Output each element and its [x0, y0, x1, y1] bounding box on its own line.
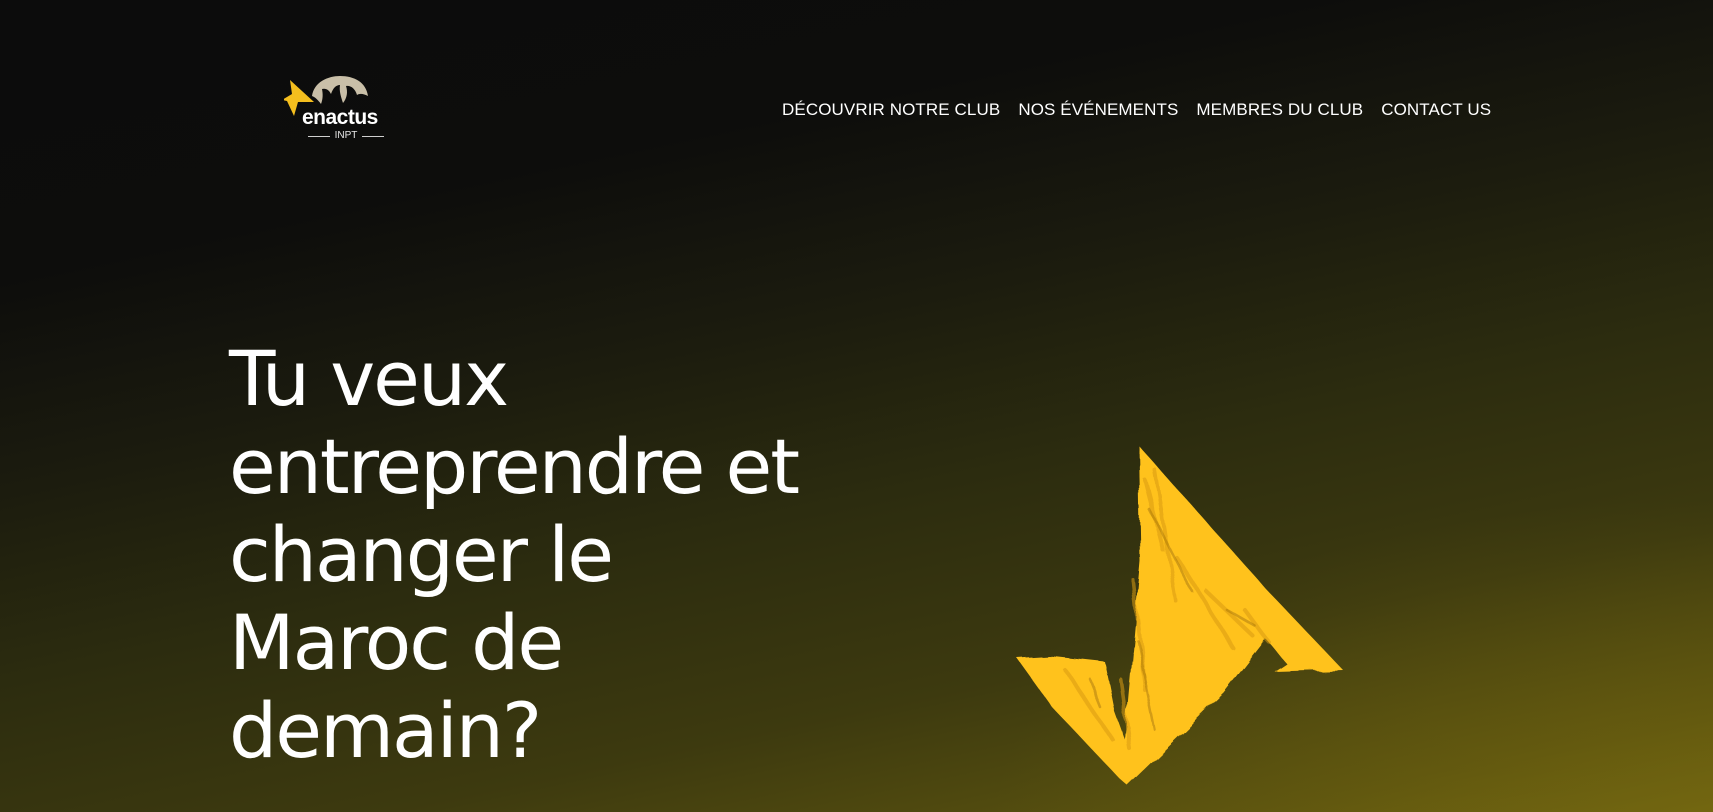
nav-link-nos-evenements[interactable]: NOS ÉVÉNEMENTS — [1018, 100, 1178, 120]
main-nav: DÉCOUVRIR NOTRE CLUB NOS ÉVÉNEMENTS MEMB… — [782, 100, 1491, 120]
logo-subtitle: INPT — [308, 131, 384, 141]
nav-link-contact-us[interactable]: CONTACT US — [1381, 100, 1491, 120]
nav-link-membres-du-club[interactable]: MEMBRES DU CLUB — [1196, 100, 1363, 120]
nav-link-decouvrir-notre-club[interactable]: DÉCOUVRIR NOTRE CLUB — [782, 100, 1000, 120]
logo-rule-right — [362, 135, 384, 137]
logo-rule-left — [308, 135, 330, 137]
logo-subtitle-text: INPT — [334, 130, 358, 141]
hero-headline: Tu veux entreprendre et changer le Maroc… — [229, 334, 800, 775]
yellow-arrow-mark-icon — [1017, 446, 1343, 785]
logo-wordmark: enactus — [302, 106, 378, 129]
site-header: enactus INPT DÉCOUVRIR NOTRE CLUB NOS ÉV… — [0, 0, 1713, 200]
enactus-logo[interactable]: enactus INPT — [284, 76, 390, 146]
